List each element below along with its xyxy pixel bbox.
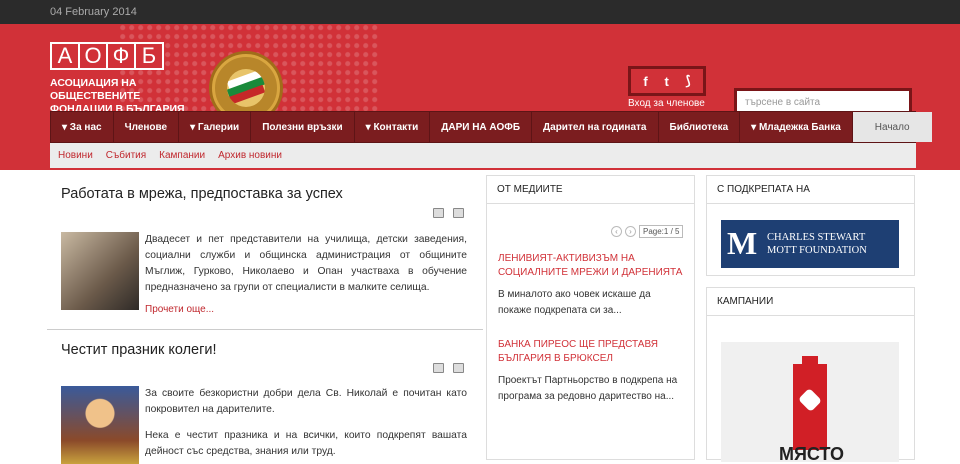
nav-item-youth-bank[interactable]: ▾ Младежка Банка (740, 112, 853, 142)
post-excerpt: За своите безкористни добри дела Св. Ник… (145, 388, 467, 415)
widget-title: ОТ МЕДИИТЕ (487, 176, 694, 204)
main-content: Работата в мрежа, предпоставка за успех … (47, 172, 483, 464)
current-date: 04 February 2014 (50, 6, 137, 18)
logo-letter: Ф (106, 42, 136, 70)
media-headline[interactable]: БАНКА ПИРЕОС ЩЕ ПРЕДСТАВЯ БЪЛГАРИЯ В БРЮ… (498, 338, 683, 366)
print-icon[interactable] (433, 208, 444, 218)
nav-item-donor-of-year[interactable]: Дарител на годината (532, 112, 659, 142)
logo-letter: О (78, 42, 108, 70)
print-icon[interactable] (433, 363, 444, 373)
supporters-widget: С ПОДКРЕПАТА НА M CHARLES STEWART MOTT F… (706, 175, 915, 276)
media-widget: ОТ МЕДИИТЕ ‹ › Page:1 / 5 ЛЕНИВИЯТ-АКТИВ… (486, 175, 695, 460)
read-more-link[interactable]: Прочети още... (145, 304, 214, 315)
prev-page-icon[interactable]: ‹ (611, 226, 622, 237)
widget-title: КАМПАНИИ (707, 288, 914, 316)
post-divider (47, 329, 483, 330)
page-indicator: Page:1 / 5 (639, 225, 684, 238)
nav-item-library[interactable]: Библиотека (659, 112, 741, 142)
next-page-icon[interactable]: › (625, 226, 636, 237)
subnav-events[interactable]: Събития (106, 143, 146, 168)
logo-letter: А (50, 42, 80, 70)
post-excerpt: Нека е честит празника и на всички, коит… (145, 430, 467, 457)
nav-item-contacts[interactable]: ▾ Контакти (355, 112, 431, 142)
post-title[interactable]: Честит празник колеги! (61, 342, 217, 358)
top-bar: 04 February 2014 (0, 0, 960, 24)
nav-item-about[interactable]: ▾ За нас (51, 112, 114, 142)
post-thumbnail[interactable] (61, 386, 139, 464)
sub-navigation: Новини Събития Кампании Архив новини (50, 143, 916, 168)
widget-title: С ПОДКРЕПАТА НА (707, 176, 914, 204)
mott-logo-line1: CHARLES STEWART (767, 232, 866, 243)
mott-logo-line2: MOTT FOUNDATION (767, 245, 867, 256)
campaigns-widget: КАМПАНИИ МЯСТО (706, 287, 915, 462)
facebook-icon[interactable]: f (643, 74, 647, 89)
campaign-banner-text: МЯСТО (779, 444, 845, 462)
logo-letter: Б (134, 42, 164, 70)
subnav-archive[interactable]: Архив новини (218, 143, 282, 168)
twitter-icon[interactable]: t (664, 74, 668, 89)
site-logo[interactable]: А О Ф Б (50, 42, 164, 70)
mott-foundation-logo[interactable]: M CHARLES STEWART MOTT FOUNDATION (721, 220, 899, 268)
social-links: f t ⟆ (628, 66, 706, 96)
rss-icon[interactable]: ⟆ (686, 73, 691, 89)
nav-item-donate[interactable]: ДАРИ НА АОФБ (430, 112, 533, 142)
media-pager: ‹ › Page:1 / 5 (611, 225, 684, 238)
post-thumbnail[interactable] (61, 232, 139, 310)
email-icon[interactable] (453, 363, 464, 373)
mott-logo-text: CHARLES STEWART MOTT FOUNDATION (767, 231, 867, 257)
nav-item-home[interactable]: Начало (852, 112, 932, 142)
post-excerpt: Двадесет и пет представители на училища,… (145, 234, 467, 293)
nav-item-members[interactable]: Членове (114, 112, 180, 142)
subnav-news[interactable]: Новини (58, 143, 93, 168)
nav-item-galleries[interactable]: ▾ Галерии (179, 112, 252, 142)
mott-logo-mark: M (727, 225, 758, 261)
media-headline[interactable]: ЛЕНИВИЯТ-АКТИВИЗЪМ НА СОЦИАЛНИТЕ МРЕЖИ И… (498, 252, 683, 280)
main-navigation: ▾ За нас Членове ▾ Галерии Полезни връзк… (50, 111, 932, 143)
nav-item-useful-links[interactable]: Полезни връзки (251, 112, 355, 142)
media-excerpt: Проектът Партньорство в подкрепа на прог… (498, 375, 678, 402)
post-actions (433, 363, 464, 373)
subnav-campaigns[interactable]: Кампании (159, 143, 205, 168)
post-title[interactable]: Работата в мрежа, предпоставка за успех (61, 186, 343, 202)
post-actions (433, 208, 464, 218)
members-login-link[interactable]: Вход за членове (628, 98, 705, 109)
email-icon[interactable] (453, 208, 464, 218)
organization-name-line1: АСОЦИАЦИЯ НА ОБЩЕСТВЕНИТЕ (50, 77, 141, 102)
media-excerpt: В миналото ако човек искаше да покаже по… (498, 289, 651, 316)
campaign-banner[interactable]: МЯСТО (721, 342, 899, 462)
